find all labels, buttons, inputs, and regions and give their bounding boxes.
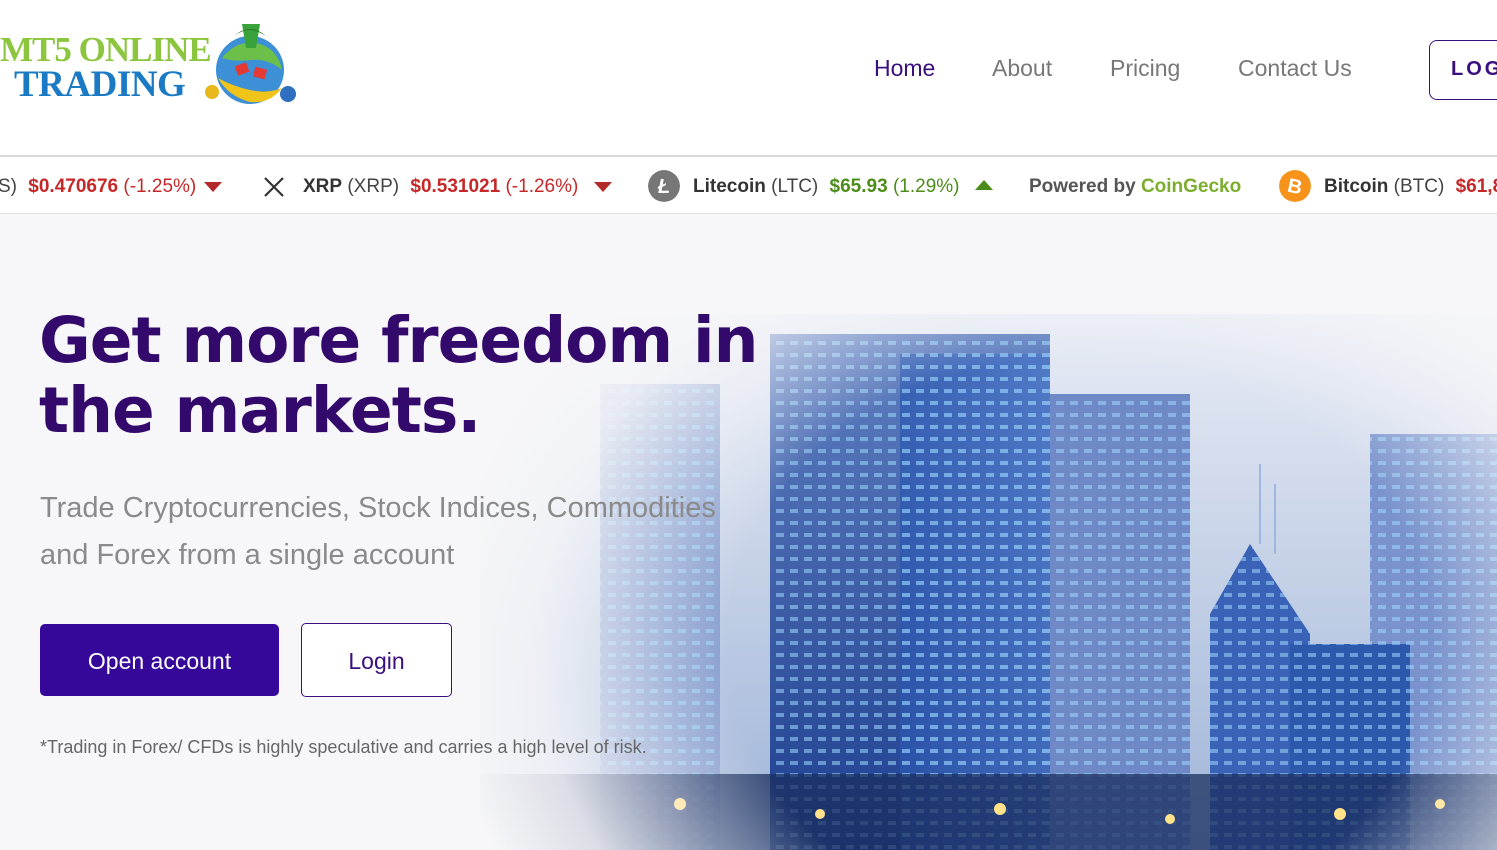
- header-login-button[interactable]: LOG: [1429, 40, 1497, 100]
- ticker-change: (-1.25%): [123, 176, 197, 197]
- ticker-change: (-1.26%): [505, 176, 579, 197]
- ticker-symbol: S): [0, 176, 17, 197]
- hero-title: Get more freedom in the markets.: [39, 304, 758, 447]
- ticker-coin-name: Bitcoin: [1324, 176, 1389, 197]
- hero-login-button[interactable]: Login: [301, 623, 452, 697]
- ticker-price: $0.470676: [28, 176, 119, 197]
- ticker-item[interactable]: Litecoin (LTC) $65.93 (1.29%): [693, 176, 959, 198]
- open-account-label: Open account: [87, 648, 232, 674]
- ticker-item[interactable]: S) $0.470676 (-1.25%): [0, 176, 196, 198]
- site-logo[interactable]: MT5 ONLINE TRADING: [0, 18, 300, 113]
- ticker-coin-name: XRP: [303, 176, 343, 197]
- open-account-button[interactable]: Open account: [40, 624, 279, 696]
- header-login-label: LOG: [1451, 58, 1497, 80]
- price-down-arrow-icon: [594, 182, 612, 192]
- litecoin-icon: Ł: [648, 170, 680, 202]
- hero-subtitle: Trade Cryptocurrencies, Stock Indices, C…: [40, 492, 716, 571]
- nav-about[interactable]: About: [992, 55, 1052, 82]
- metatrader-globe-icon: [205, 24, 296, 104]
- hero-section: Get more freedom in the markets. Trade C…: [0, 214, 1497, 850]
- ticker-coin-name: Litecoin: [693, 176, 766, 197]
- powered-by-label: Powered by: [1029, 176, 1136, 197]
- bitcoin-icon: B: [1279, 170, 1311, 202]
- xrp-icon: [264, 177, 284, 197]
- price-up-arrow-icon: [975, 180, 993, 190]
- price-down-arrow-icon: [204, 182, 222, 192]
- nav-pricing[interactable]: Pricing: [1110, 55, 1180, 82]
- ticker-symbol: (XRP): [347, 176, 400, 197]
- ticker-symbol: (LTC): [771, 176, 819, 197]
- nav-home[interactable]: Home: [874, 55, 935, 82]
- ticker-price: $65.93: [829, 176, 888, 197]
- ticker-price: $61,8: [1455, 176, 1497, 197]
- crypto-price-ticker: S) $0.470676 (-1.25%) XRP (XRP) $0.53102…: [0, 155, 1497, 214]
- risk-disclaimer: *Trading in Forex/ CFDs is highly specul…: [40, 737, 647, 757]
- ticker-symbol: (BTC): [1393, 176, 1445, 197]
- site-header: MT5 ONLINE TRADING Home About Pricing Co…: [0, 0, 1497, 155]
- ticker-change: (1.29%): [892, 176, 960, 197]
- ticker-item[interactable]: XRP (XRP) $0.531021 (-1.26%): [303, 176, 578, 198]
- ticker-price: $0.531021: [410, 176, 501, 197]
- svg-text:Ł: Ł: [657, 176, 670, 198]
- coingecko-link[interactable]: CoinGecko: [1141, 176, 1241, 197]
- ticker-item[interactable]: Bitcoin (BTC) $61,8: [1324, 176, 1497, 198]
- logo-text-line2: TRADING: [14, 64, 186, 105]
- hero-login-label: Login: [348, 648, 405, 674]
- nav-contact-us[interactable]: Contact Us: [1238, 55, 1352, 82]
- powered-by-coingecko[interactable]: Powered by CoinGecko: [1029, 176, 1241, 198]
